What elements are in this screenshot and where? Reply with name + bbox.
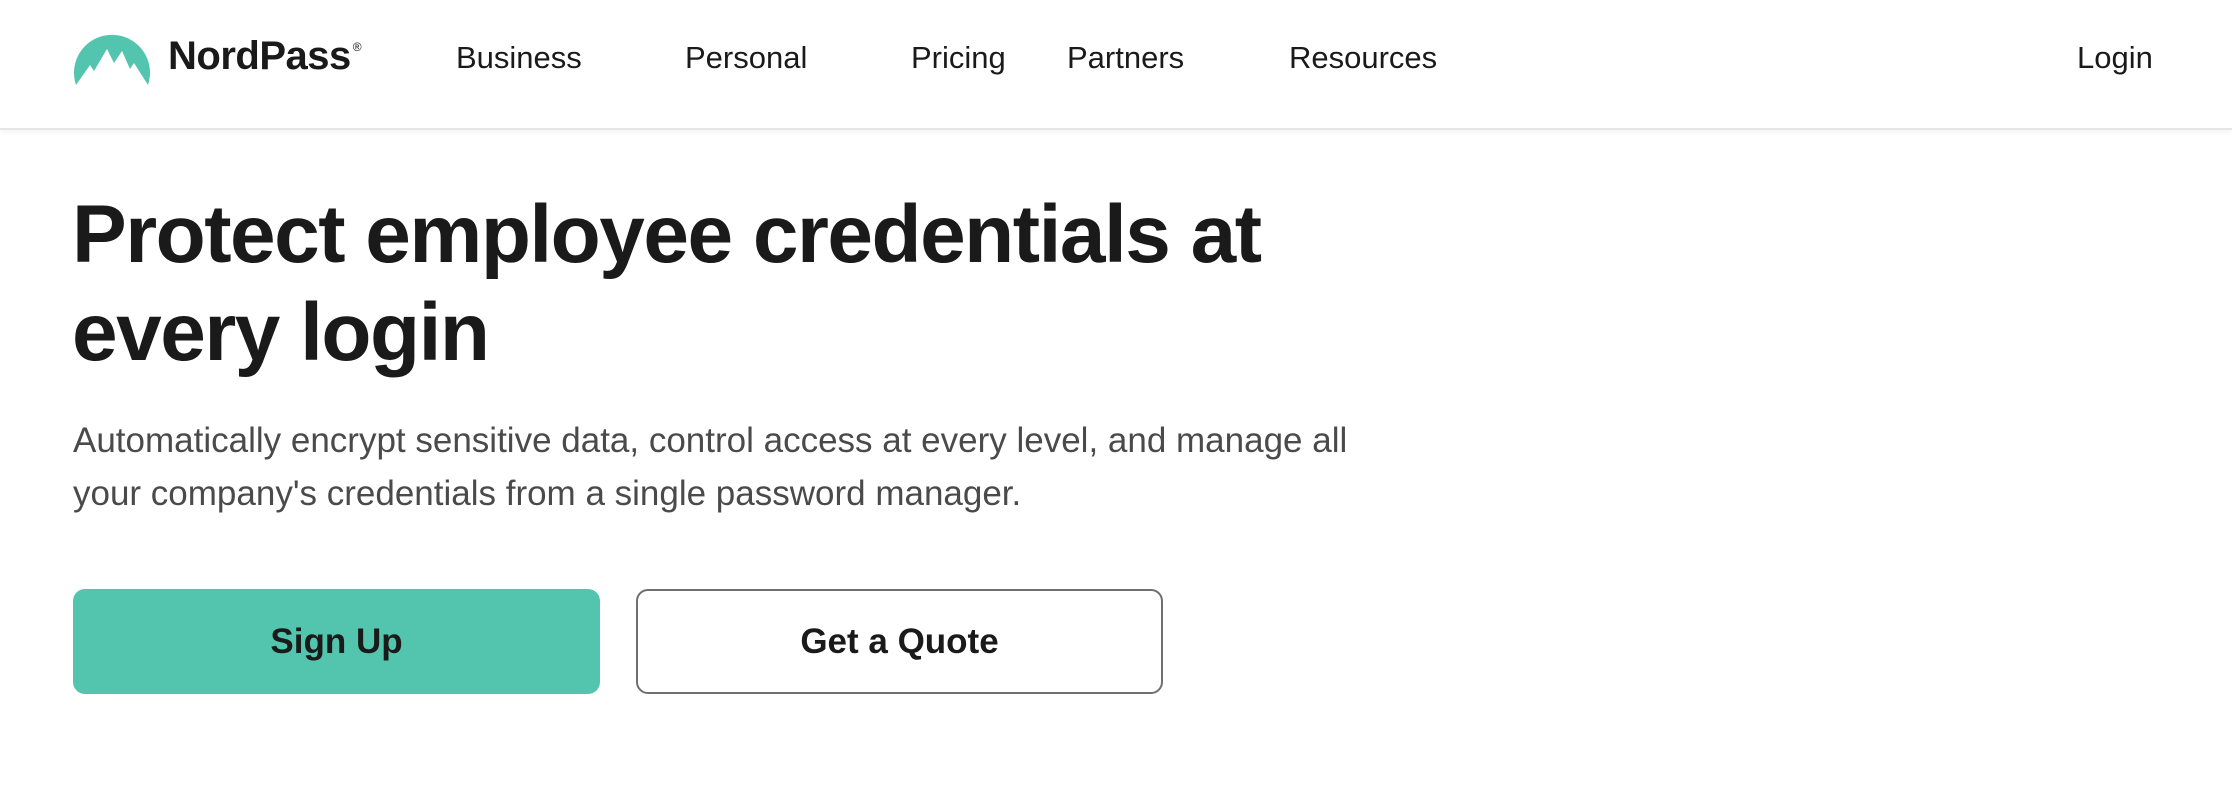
nordpass-logo-link[interactable]: NordPass ®: [72, 22, 362, 90]
nav-item-pricing[interactable]: Pricing: [911, 36, 1006, 80]
get-a-quote-button[interactable]: Get a Quote: [636, 589, 1163, 694]
sign-up-button[interactable]: Sign Up: [73, 589, 600, 694]
mountain-logo-icon: [74, 34, 150, 85]
login-link[interactable]: Login: [2077, 36, 2153, 80]
nav-item-partners[interactable]: Partners: [1067, 36, 1184, 80]
page: NordPass ® Business Personal Pricing Part…: [0, 0, 2232, 796]
nav-item-personal[interactable]: Personal: [685, 36, 807, 80]
hero-title: Protect employee credentials at every lo…: [72, 189, 1262, 378]
hero-subtitle: Automatically encrypt sensitive data, co…: [73, 421, 1348, 513]
registered-mark: ®: [352, 39, 362, 54]
nav-item-business[interactable]: Business: [456, 36, 582, 80]
top-navigation-bar: NordPass ® Business Personal Pricing Part…: [0, 0, 2232, 130]
nav-item-resources[interactable]: Resources: [1289, 36, 1437, 80]
brand-name: NordPass ®: [168, 33, 362, 78]
